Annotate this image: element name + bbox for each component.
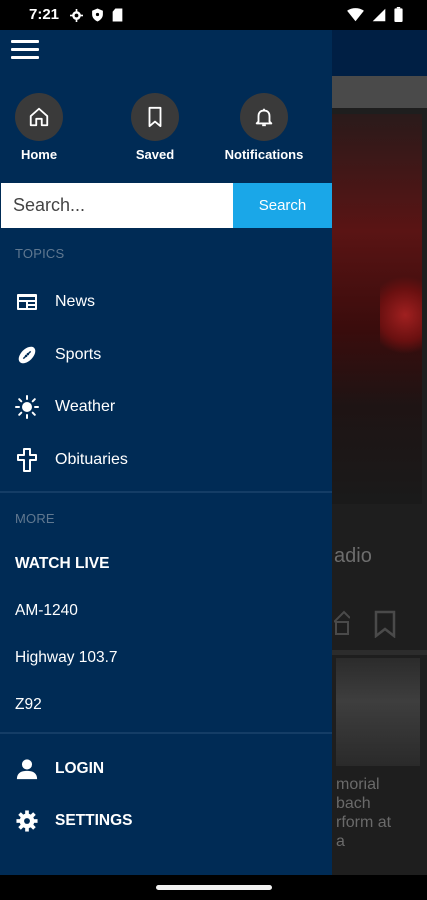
section-divider — [0, 732, 332, 734]
section-divider — [0, 491, 332, 493]
status-bar: 7:21 — [0, 0, 427, 30]
background-photo-2 — [336, 658, 420, 766]
topic-label: Weather — [55, 398, 116, 415]
search-input[interactable] — [1, 183, 233, 228]
quick-action-label: Home — [20, 147, 58, 162]
more-heading: MORE — [15, 511, 55, 526]
more-item-z92[interactable]: Z92 — [15, 696, 42, 714]
gear-icon — [70, 8, 83, 22]
background-home-icon — [333, 610, 351, 641]
menu-line — [11, 56, 39, 59]
wifi-icon — [347, 7, 364, 21]
topic-label: News — [55, 293, 96, 310]
quick-action-label: Notifications — [224, 147, 304, 162]
system-navigation-bar — [0, 875, 427, 900]
battery-icon — [394, 7, 403, 22]
more-item-watch-live[interactable]: WATCH LIVE — [15, 555, 109, 573]
login-item[interactable]: LOGIN — [0, 746, 332, 792]
background-card-title: adio — [334, 545, 372, 567]
more-item-highway-1037[interactable]: Highway 103.7 — [15, 649, 118, 667]
gear-icon — [15, 809, 39, 833]
background-photo-accent — [380, 270, 422, 360]
sd-card-icon — [112, 8, 123, 22]
background-card-2-text: morial bach rform at a — [336, 776, 392, 850]
menu-line — [11, 48, 39, 51]
status-icons-right — [347, 7, 403, 22]
topic-item-obituaries[interactable]: Obituaries — [0, 437, 332, 483]
app-screen: adio morial bach rform at a Home Saved N… — [0, 30, 427, 875]
menu-line — [11, 40, 39, 43]
topics-heading: TOPICS — [15, 246, 65, 261]
newspaper-icon — [15, 290, 39, 314]
football-icon — [15, 343, 39, 367]
home-gesture-pill[interactable] — [156, 885, 272, 890]
bell-icon — [240, 93, 288, 141]
cross-icon — [15, 448, 39, 472]
shield-icon — [92, 8, 103, 22]
settings-label: SETTINGS — [55, 812, 133, 829]
search-bar: Search — [1, 183, 332, 228]
sun-icon — [15, 395, 39, 419]
topic-item-sports[interactable]: Sports — [0, 332, 332, 378]
search-button[interactable]: Search — [233, 183, 332, 228]
quick-action-notifications[interactable]: Notifications — [214, 93, 314, 162]
menu-button[interactable] — [11, 40, 39, 62]
status-time: 7:21 — [29, 6, 60, 23]
quick-action-home[interactable]: Home — [0, 93, 89, 162]
login-label: LOGIN — [55, 760, 105, 777]
navigation-drawer: Home Saved Notifications Search TOPICS N… — [0, 30, 332, 875]
signal-icon — [372, 8, 386, 21]
quick-action-saved[interactable]: Saved — [105, 93, 205, 162]
topic-label: Sports — [55, 346, 102, 363]
background-strip — [332, 76, 427, 108]
background-bookmark-icon — [374, 610, 396, 643]
topic-item-news[interactable]: News — [0, 279, 332, 325]
background-divider — [332, 650, 427, 655]
settings-item[interactable]: SETTINGS — [0, 798, 332, 844]
bookmark-icon — [131, 93, 179, 141]
more-item-am-1240[interactable]: AM-1240 — [15, 602, 78, 620]
topic-label: Obituaries — [55, 451, 128, 468]
status-icons-left — [70, 8, 123, 22]
quick-action-label: Saved — [135, 147, 175, 162]
person-icon — [15, 757, 39, 781]
topic-item-weather[interactable]: Weather — [0, 384, 332, 430]
home-icon — [15, 93, 63, 141]
